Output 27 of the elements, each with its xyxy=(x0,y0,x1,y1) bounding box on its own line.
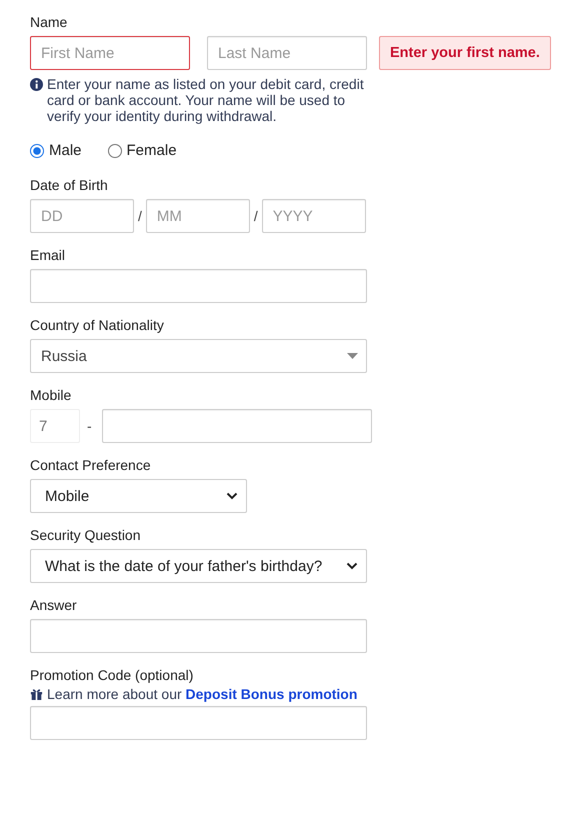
field-label: Mobile xyxy=(30,387,72,404)
field-label: Security Question xyxy=(30,527,142,544)
date-field[interactable]: YYYY xyxy=(262,199,366,233)
field-label: Answer xyxy=(30,597,78,614)
date-field[interactable]: MM xyxy=(146,199,250,233)
separator-text: - xyxy=(87,418,92,434)
security-question-select[interactable]: What is the date of your father's birthday? xyxy=(30,549,367,583)
separator-text: / xyxy=(138,208,142,224)
date-field[interactable]: DD xyxy=(30,199,134,233)
promo-text: Learn more about our xyxy=(47,686,183,702)
field-label: Contact Preference xyxy=(30,457,152,474)
radio-option[interactable]: Male xyxy=(30,142,82,159)
field-label: Promotion Code (optional) xyxy=(30,667,194,684)
country-select[interactable]: Russia xyxy=(30,339,367,373)
hint-text: Enter your name as listed on your debit card, credit card or bank account. Your name will be used to verify your identity during withdrawal. xyxy=(47,76,365,124)
separator-text: / xyxy=(254,208,258,224)
error-message: Enter your first name. xyxy=(379,36,551,70)
country-code-field[interactable]: 7 xyxy=(30,409,80,443)
last-name-field[interactable]: Last Name xyxy=(207,36,367,70)
first-name-field[interactable]: First Name xyxy=(30,36,190,70)
field-label: Country of Nationality xyxy=(30,317,165,334)
deposit-bonus-link[interactable]: Deposit Bonus promotion xyxy=(186,686,358,702)
field-label: Name xyxy=(30,14,68,31)
field-label: Date of Birth xyxy=(30,177,109,194)
field-label: Email xyxy=(30,247,66,264)
contact-select[interactable]: Mobile xyxy=(30,479,247,513)
radio-option[interactable]: Female xyxy=(108,142,177,159)
